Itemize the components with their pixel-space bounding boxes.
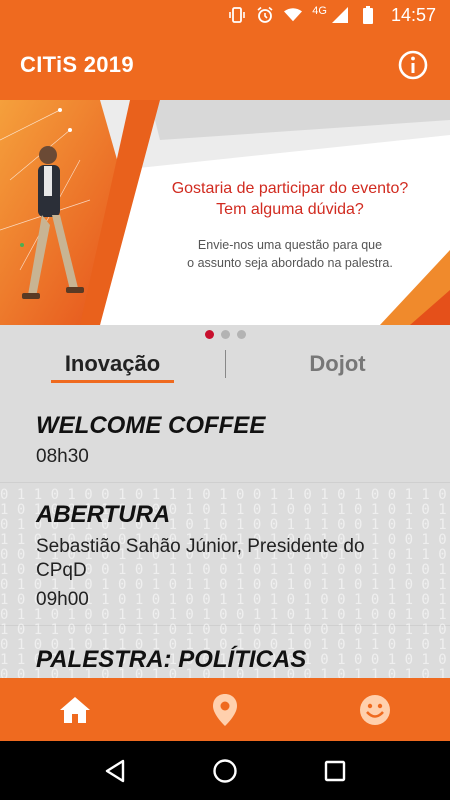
recents-button[interactable]: [320, 756, 350, 786]
tab-inovacao-label: Inovação: [64, 351, 161, 376]
bottom-navigation: [0, 678, 450, 741]
alarm-icon: [256, 6, 274, 24]
tab-separator: [225, 350, 226, 378]
banner-headline: Gostaria de participar do evento? Tem al…: [140, 178, 440, 220]
banner-headline-line1: Gostaria de participar do evento?: [171, 180, 409, 197]
info-icon: [398, 50, 428, 80]
recents-square-icon: [324, 760, 346, 781]
schedule-item-abertura[interactable]: ABERTURA Sebastião Sahão Júnior, Preside…: [0, 483, 450, 611]
banner-sub-line2: o assunto seja abordado na palestra.: [187, 256, 393, 270]
schedule-item-time: 08h30: [36, 446, 89, 467]
banner-headline-line2: Tem alguma dúvida?: [216, 201, 364, 218]
active-tab-underline: [51, 380, 174, 383]
app-bar: CITiS 2019: [0, 30, 450, 100]
event-banner[interactable]: Gostaria de participar do evento? Tem al…: [0, 100, 450, 325]
system-navigation-bar: [0, 741, 450, 800]
schedule-item-title: PALESTRA: POLÍTICAS: [36, 646, 307, 673]
home-system-button[interactable]: [210, 756, 240, 786]
carousel-dot-1[interactable]: [204, 330, 214, 339]
nav-feedback[interactable]: [300, 678, 450, 741]
banner-subtext: Envie-nos uma questão para que o assunto…: [160, 236, 420, 272]
vibrate-icon: [228, 6, 246, 24]
wifi-icon: [284, 6, 303, 24]
schedule-item-speaker: Sebastião Sahão Júnior, Presidente do CP…: [36, 536, 365, 581]
carousel-indicator: [0, 330, 450, 340]
schedule-item-time: 09h00: [36, 589, 89, 610]
app-title: CITiS 2019: [20, 52, 134, 77]
status-bar: 4G 14:57: [0, 0, 450, 30]
tab-inovacao[interactable]: Inovação: [0, 340, 225, 388]
schedule-list[interactable]: 0 1 1 0 1 0 0 1 0 1 1 1 0 1 0 0 1 1 0 1 …: [0, 388, 450, 678]
location-pin-icon: [213, 693, 237, 726]
tab-dojot-label: Dojot: [309, 351, 366, 376]
carousel-dot-3[interactable]: [236, 330, 246, 339]
back-triangle-icon: [105, 759, 125, 782]
clock: 14:57: [390, 4, 436, 25]
battery-icon: [359, 6, 377, 24]
home-circle-icon: [213, 758, 237, 783]
back-button[interactable]: [100, 756, 130, 786]
schedule-item-title: ABERTURA: [36, 501, 171, 528]
info-button[interactable]: [396, 48, 430, 82]
smiley-icon: [360, 694, 390, 725]
banner-sub-line1: Envie-nos uma questão para que: [197, 238, 383, 252]
nav-location[interactable]: [150, 678, 300, 741]
signal-icon: [331, 6, 349, 24]
home-icon: [60, 696, 90, 723]
schedule-item-title: WELCOME COFFEE: [36, 412, 266, 439]
schedule-item-welcome-coffee[interactable]: WELCOME COFFEE 08h30: [0, 388, 450, 468]
schedule-item-palestra[interactable]: PALESTRA: POLÍTICAS: [0, 626, 450, 674]
carousel-dot-2[interactable]: [220, 330, 230, 339]
tab-dojot[interactable]: Dojot: [225, 340, 450, 388]
network-type: 4G: [312, 5, 327, 17]
nav-home[interactable]: [0, 678, 150, 741]
